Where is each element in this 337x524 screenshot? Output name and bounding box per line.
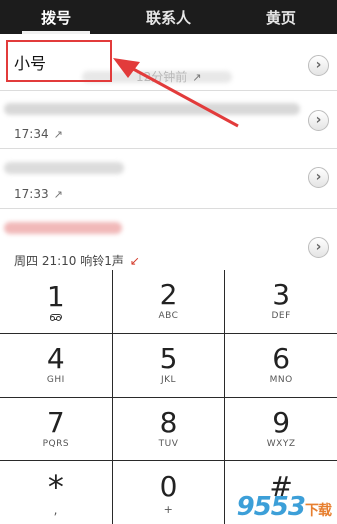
key-0[interactable]: 0 +	[112, 461, 225, 524]
key-digit: 2	[159, 278, 178, 312]
key-digit: 8	[159, 405, 178, 439]
key-3[interactable]: 3 DEF	[225, 270, 337, 333]
key-digit: 1	[46, 280, 65, 314]
key-letters: JKL	[160, 375, 177, 386]
site-watermark-logo: 9553下载	[236, 492, 332, 522]
key-digit: 6	[272, 342, 291, 376]
key-letters: DEF	[271, 311, 291, 322]
key-6[interactable]: 6 MNO	[225, 333, 337, 397]
key-1[interactable]: 1	[0, 270, 112, 333]
key-letters: MNO	[269, 375, 293, 386]
key-digit: 9	[272, 405, 291, 439]
key-letters: TUV	[158, 438, 179, 449]
annotation-arrow-icon	[113, 58, 239, 128]
key-9[interactable]: 9 WXYZ	[225, 397, 337, 461]
key-2[interactable]: 2 ABC	[112, 270, 225, 333]
key-digit: 0	[159, 469, 178, 503]
key-digit: 7	[46, 405, 65, 439]
key-star[interactable]: * ,	[0, 461, 112, 524]
key-letters: +	[163, 502, 174, 516]
key-letters: GHI	[46, 375, 65, 386]
voicemail-icon	[49, 314, 62, 321]
key-digit: 4	[46, 342, 65, 376]
key-digit: *	[47, 467, 64, 506]
key-digit: 5	[159, 342, 178, 376]
key-4[interactable]: 4 GHI	[0, 333, 112, 397]
key-5[interactable]: 5 JKL	[112, 333, 225, 397]
key-letters: ,	[53, 502, 58, 517]
key-digit: 3	[272, 278, 291, 312]
dial-keypad: 1 2 ABC 3 DEF 4 GHI 5 JKL 6 MNO 7 PQRS 8…	[0, 270, 337, 524]
key-letters: PQRS	[42, 438, 70, 449]
key-letters: WXYZ	[266, 438, 296, 449]
key-7[interactable]: 7 PQRS	[0, 397, 112, 461]
key-8[interactable]: 8 TUV	[112, 397, 225, 461]
key-letters: ABC	[158, 311, 179, 322]
